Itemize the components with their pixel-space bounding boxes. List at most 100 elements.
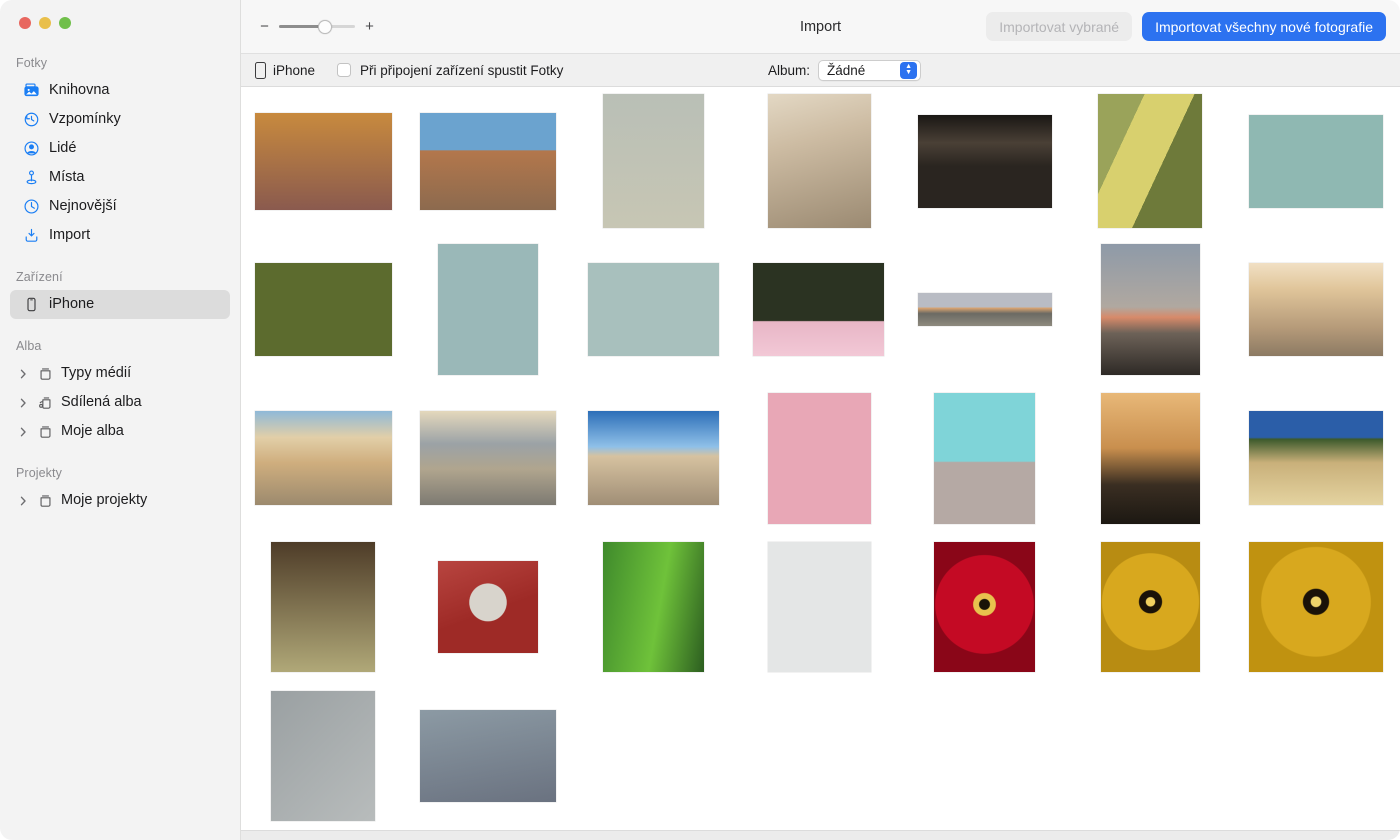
photo-yellow-gerbera[interactable] xyxy=(1101,542,1200,672)
photo-pastry-plate-green[interactable] xyxy=(1098,94,1202,228)
photo-thumbnail[interactable] xyxy=(1101,244,1200,375)
photo-alpenglow-peaks[interactable] xyxy=(1101,244,1200,375)
photo-mobius-arch[interactable] xyxy=(588,411,719,505)
photo-pink-cake[interactable] xyxy=(934,393,1035,524)
photo-thumbnail[interactable] xyxy=(588,263,719,356)
import-all-new-button[interactable]: Importovat všechny nové fotografie xyxy=(1142,12,1386,41)
photo-boulders-sunset[interactable] xyxy=(1249,263,1383,356)
zoom-in-icon[interactable]: + xyxy=(364,19,375,34)
photo-milkweed-plant[interactable] xyxy=(603,94,704,228)
import-selected-button[interactable]: Importovat vybrané xyxy=(986,12,1133,41)
person-circle-icon xyxy=(22,140,40,158)
chevron-up-down-icon[interactable]: ▲ ▼ xyxy=(900,61,918,79)
autolaunch-option[interactable]: Při připojení zařízení spustit Fotky xyxy=(337,63,563,78)
sidebar-item-vzpomínky[interactable]: Vzpomínky xyxy=(10,105,230,134)
photo-thumbnail[interactable] xyxy=(934,393,1035,524)
photo-thumbnail[interactable] xyxy=(1249,542,1383,672)
album-selector-group: Album: Žádné ▲ ▼ xyxy=(768,59,922,81)
photo-desert-road[interactable] xyxy=(420,113,556,210)
photo-pink-dessert-table[interactable] xyxy=(768,393,871,524)
photo-thumbnail[interactable] xyxy=(1098,94,1202,228)
sidebar-item-import[interactable]: Import xyxy=(10,221,230,250)
photo-eucalyptus-sapling[interactable] xyxy=(271,542,375,672)
photo-thumbnail[interactable] xyxy=(255,113,392,210)
photo-macaron-tower[interactable] xyxy=(753,263,884,356)
sidebar-item-místa[interactable]: Místa xyxy=(10,163,230,192)
sidebar-item-label: Sdílená alba xyxy=(61,394,142,411)
sidebar-item-lidé[interactable]: Lidé xyxy=(10,134,230,163)
photo-grid[interactable] xyxy=(241,87,1400,830)
photo-thumbnail[interactable] xyxy=(768,542,871,672)
album-icon xyxy=(36,492,54,510)
chevron-right-icon[interactable] xyxy=(18,369,29,379)
photo-thumbnail[interactable] xyxy=(768,94,871,228)
photo-eclair-plate[interactable] xyxy=(1249,115,1383,208)
slider-fill xyxy=(279,25,324,28)
chevron-right-icon[interactable] xyxy=(18,398,29,408)
map-pin-icon xyxy=(22,169,40,187)
photo-mountain-panorama[interactable] xyxy=(918,293,1052,326)
photo-rock-formation[interactable] xyxy=(768,94,871,228)
photo-yellow-flower-shadow[interactable] xyxy=(271,691,375,821)
photo-thumbnail[interactable] xyxy=(271,542,375,672)
photo-thumbnail[interactable] xyxy=(918,293,1052,326)
photo-sunset-coast[interactable] xyxy=(918,115,1052,208)
close-button[interactable] xyxy=(19,17,31,29)
photo-thumbnail[interactable] xyxy=(918,115,1052,208)
photo-thumbnail[interactable] xyxy=(603,94,704,228)
sidebar-item-label: Místa xyxy=(49,169,85,186)
photo-macarons-plate[interactable] xyxy=(588,263,719,356)
photo-thumbnail[interactable] xyxy=(934,542,1035,672)
photo-thumbnail[interactable] xyxy=(255,411,392,505)
sidebar-item-iphone[interactable]: iPhone xyxy=(10,290,230,319)
minimize-button[interactable] xyxy=(39,17,51,29)
photo-yellow-gerbera-2[interactable] xyxy=(1249,542,1383,672)
sidebar-item-label: Nejnovější xyxy=(49,198,117,215)
device-subtoolbar: iPhone Při připojení zařízení spustit Fo… xyxy=(241,53,1400,87)
photo-thumbnail[interactable] xyxy=(255,263,392,356)
photo-thumbnail[interactable] xyxy=(603,542,704,672)
photo-thumbnail[interactable] xyxy=(1249,411,1383,505)
photo-thumbnail[interactable] xyxy=(420,113,556,210)
photo-thumbnail[interactable] xyxy=(271,691,375,821)
photo-eclair-plate-2[interactable] xyxy=(255,263,392,356)
photo-thumbnail[interactable] xyxy=(1249,263,1383,356)
slider-knob[interactable] xyxy=(317,19,332,34)
photo-thumbnail[interactable] xyxy=(1101,542,1200,672)
photo-allium-flower[interactable] xyxy=(438,561,538,653)
zoom-slider-group[interactable]: − + xyxy=(259,19,375,35)
photo-thumbnail[interactable] xyxy=(768,393,871,524)
photo-macarons-plate-teal[interactable] xyxy=(438,244,538,375)
photo-leaf-veins[interactable] xyxy=(603,542,704,672)
zoom-out-icon[interactable]: − xyxy=(259,19,270,34)
sidebar-item-knihovna[interactable]: Knihovna xyxy=(10,76,230,105)
photo-peacock-feather[interactable] xyxy=(768,542,871,672)
chevron-right-icon[interactable] xyxy=(18,496,29,506)
photo-misty-mountains[interactable] xyxy=(420,411,556,505)
photo-sunset-bushes[interactable] xyxy=(1101,393,1200,524)
sidebar-item-moje-projekty[interactable]: Moje projekty xyxy=(10,486,230,515)
zoom-slider[interactable] xyxy=(279,19,355,35)
photo-thumbnail[interactable] xyxy=(588,411,719,505)
photo-thumbnail[interactable] xyxy=(420,710,556,802)
photo-dog-on-rug[interactable] xyxy=(255,113,392,210)
photo-red-gerbera[interactable] xyxy=(934,542,1035,672)
photo-alabama-hills[interactable] xyxy=(255,411,392,505)
sidebar-item-nejnovější[interactable]: Nejnovější xyxy=(10,192,230,221)
zoom-button[interactable] xyxy=(59,17,71,29)
photo-thumbnail[interactable] xyxy=(1101,393,1200,524)
photo-thumbnail[interactable] xyxy=(438,244,538,375)
photo-thumbnail[interactable] xyxy=(420,411,556,505)
sidebar-item-sdílená-alba[interactable]: Sdílená alba xyxy=(10,388,230,417)
sidebar-item-typy-médií[interactable]: Typy médií xyxy=(10,359,230,388)
autolaunch-checkbox[interactable] xyxy=(337,63,352,77)
photo-wheat-field[interactable] xyxy=(1249,411,1383,505)
shared-album-icon xyxy=(36,394,54,412)
photo-thumbnail[interactable] xyxy=(438,561,538,653)
photo-grapefruit-slices[interactable] xyxy=(420,710,556,802)
photo-thumbnail[interactable] xyxy=(1249,115,1383,208)
album-popup-button[interactable]: Žádné ▲ ▼ xyxy=(818,59,922,81)
chevron-right-icon[interactable] xyxy=(18,427,29,437)
photo-thumbnail[interactable] xyxy=(753,263,884,356)
sidebar-item-moje-alba[interactable]: Moje alba xyxy=(10,417,230,446)
